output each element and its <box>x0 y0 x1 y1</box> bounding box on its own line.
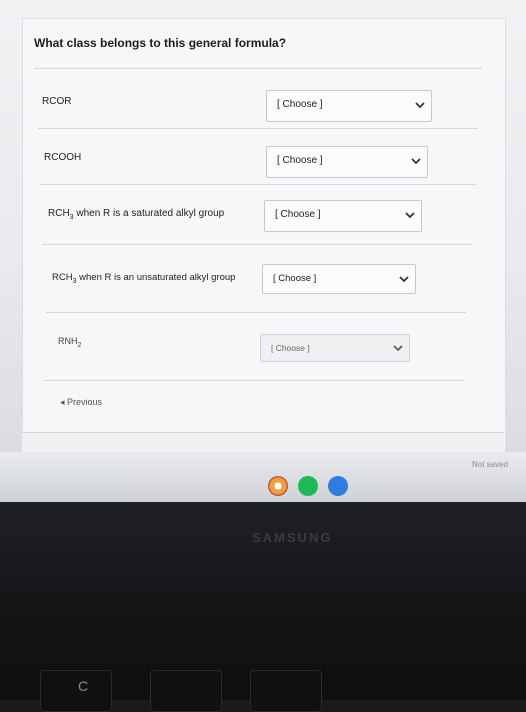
brand-logo: SAMSUNG <box>252 530 333 545</box>
select-value: [ Choose ] <box>273 273 317 284</box>
files-icon[interactable] <box>328 476 348 496</box>
previous-link[interactable]: ◂ Previous <box>60 397 102 408</box>
divider <box>44 380 464 381</box>
chevron-down-icon <box>405 212 415 219</box>
save-status: Not saved <box>471 460 508 469</box>
divider <box>42 244 472 245</box>
answer-select-rcor[interactable]: [ Choose ] <box>266 90 432 122</box>
taskbar <box>0 452 526 502</box>
keyboard-key <box>250 670 322 712</box>
footer-bar <box>22 432 504 453</box>
chrome-icon[interactable] <box>268 476 288 496</box>
formula-label-rch3-saturated: RCH3 when R is a saturated alkyl group <box>48 208 225 221</box>
keyboard-key <box>40 670 112 712</box>
divider <box>40 184 476 185</box>
chevron-down-icon <box>415 102 425 109</box>
answer-select-rnh2[interactable]: [ Choose ] <box>260 334 410 362</box>
formula-label-rch3-unsaturated: RCH3 when R is an unsaturated alkyl grou… <box>52 272 236 285</box>
app-shelf <box>268 476 348 496</box>
previous-icon: ◂ <box>60 397 68 407</box>
question-text: What class belongs to this general formu… <box>34 36 287 50</box>
divider <box>34 68 482 69</box>
chevron-down-icon <box>393 345 403 352</box>
formula-label-rcor: RCOR <box>42 96 72 107</box>
select-value: [ Choose ] <box>275 209 321 220</box>
answer-select-rcooh[interactable]: [ Choose ] <box>266 146 428 178</box>
answer-select-rch3-saturated[interactable]: [ Choose ] <box>264 200 422 232</box>
refresh-key-glyph: C <box>78 678 89 694</box>
spotify-icon[interactable] <box>298 476 318 496</box>
select-value: [ Choose ] <box>277 155 323 166</box>
select-value: [ Choose ] <box>277 99 323 110</box>
divider <box>38 128 478 129</box>
answer-select-rch3-unsaturated[interactable]: [ Choose ] <box>262 264 416 294</box>
formula-label-rnh2: RNH2 <box>58 336 82 349</box>
formula-label-rcooh: RCOOH <box>44 152 82 163</box>
divider <box>46 312 466 313</box>
chevron-down-icon <box>411 158 421 165</box>
chevron-down-icon <box>399 276 409 283</box>
quiz-card <box>22 18 506 460</box>
select-value: [ Choose ] <box>271 343 310 353</box>
keyboard-key <box>150 670 222 712</box>
browser-screen: What class belongs to this general formu… <box>0 0 526 470</box>
